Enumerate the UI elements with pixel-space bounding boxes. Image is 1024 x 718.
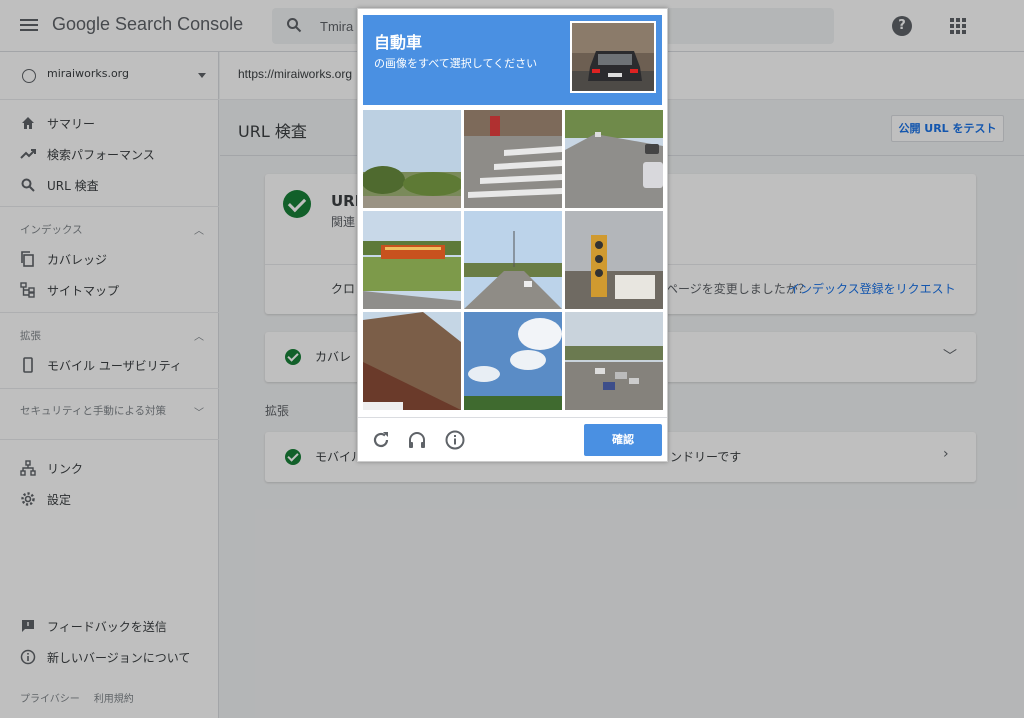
captcha-tile-1[interactable] [363, 110, 461, 208]
captcha-tile-7[interactable] [363, 312, 461, 410]
captcha-footer: 確認 [358, 417, 667, 461]
info-icon[interactable] [444, 429, 466, 451]
captcha-tile-2[interactable] [464, 110, 562, 208]
captcha-tile-9[interactable] [565, 312, 663, 410]
captcha-tile-3[interactable] [565, 110, 663, 208]
captcha-tile-6[interactable] [565, 211, 663, 309]
captcha-tile-8[interactable] [464, 312, 562, 410]
captcha-instruction: の画像をすべて選択してください [374, 57, 538, 70]
headphones-icon[interactable] [406, 429, 428, 451]
captcha-tile-5[interactable] [464, 211, 562, 309]
verify-button[interactable]: 確認 [584, 424, 662, 456]
captcha-sample-image [570, 21, 656, 93]
reload-icon[interactable] [370, 429, 392, 451]
captcha-image-grid [363, 110, 664, 411]
captcha-header: 自動車 の画像をすべて選択してください [363, 15, 662, 105]
captcha-target-word: 自動車 [374, 33, 423, 52]
recaptcha-challenge: 自動車 の画像をすべて選択してください 確認 [357, 8, 668, 462]
captcha-tile-4[interactable] [363, 211, 461, 309]
